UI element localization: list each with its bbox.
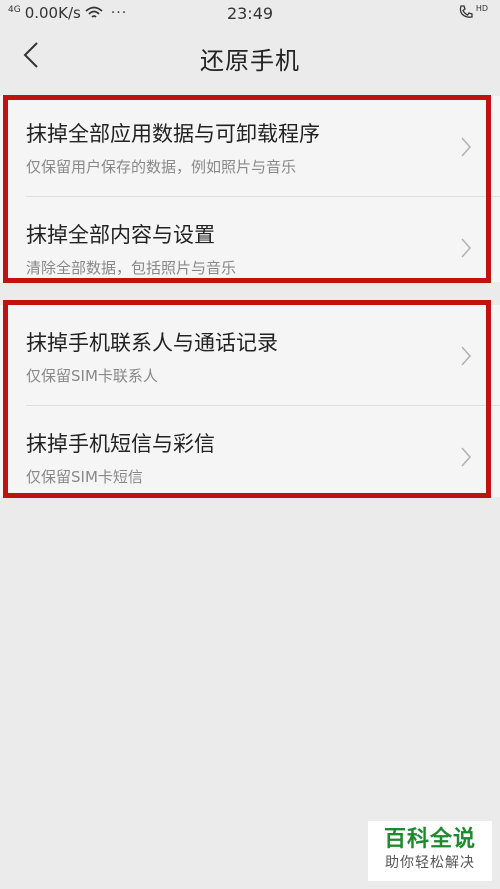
phone-call-icon — [459, 5, 473, 18]
erase-app-data-item[interactable]: 抹掉全部应用数据与可卸载程序 仅保留用户保存的数据，例如照片与音乐 — [0, 96, 500, 186]
chevron-right-icon — [461, 447, 472, 467]
chevron-right-icon — [461, 346, 472, 366]
page-title: 还原手机 — [200, 47, 300, 75]
status-time: 23:49 — [226, 4, 274, 23]
settings-group-1: 抹掉全部应用数据与可卸载程序 仅保留用户保存的数据，例如照片与音乐 抹掉全部内容… — [0, 96, 500, 282]
status-bar: 4G 0.00K/s ··· 23:49 HD — [0, 0, 500, 28]
chevron-right-icon — [461, 238, 472, 258]
chevron-right-icon — [461, 137, 472, 157]
watermark-logo: 百科全说 助你轻松解决 — [368, 821, 492, 881]
watermark-subtitle: 助你轻松解决 — [385, 855, 475, 871]
erase-contacts-item[interactable]: 抹掉手机联系人与通话记录 仅保留SIM卡联系人 — [0, 305, 500, 395]
erase-messages-item[interactable]: 抹掉手机短信与彩信 仅保留SIM卡短信 — [0, 406, 500, 496]
item-subtitle: 仅保留SIM卡短信 — [26, 468, 143, 486]
watermark-title: 百科全说 — [383, 827, 476, 852]
nav-bar: 还原手机 — [0, 28, 500, 83]
item-title: 抹掉手机短信与彩信 — [26, 432, 215, 456]
hd-badge: HD — [475, 3, 488, 13]
item-title: 抹掉全部内容与设置 — [26, 223, 215, 247]
item-subtitle: 清除全部数据，包括照片与音乐 — [26, 259, 237, 277]
erase-all-content-item[interactable]: 抹掉全部内容与设置 清除全部数据，包括照片与音乐 — [0, 197, 500, 287]
item-title: 抹掉手机联系人与通话记录 — [26, 331, 278, 355]
settings-group-2: 抹掉手机联系人与通话记录 仅保留SIM卡联系人 抹掉手机短信与彩信 仅保留SIM… — [0, 305, 500, 497]
item-subtitle: 仅保留SIM卡联系人 — [26, 367, 158, 385]
item-subtitle: 仅保留用户保存的数据，例如照片与音乐 — [26, 158, 297, 176]
item-title: 抹掉全部应用数据与可卸载程序 — [26, 122, 320, 146]
